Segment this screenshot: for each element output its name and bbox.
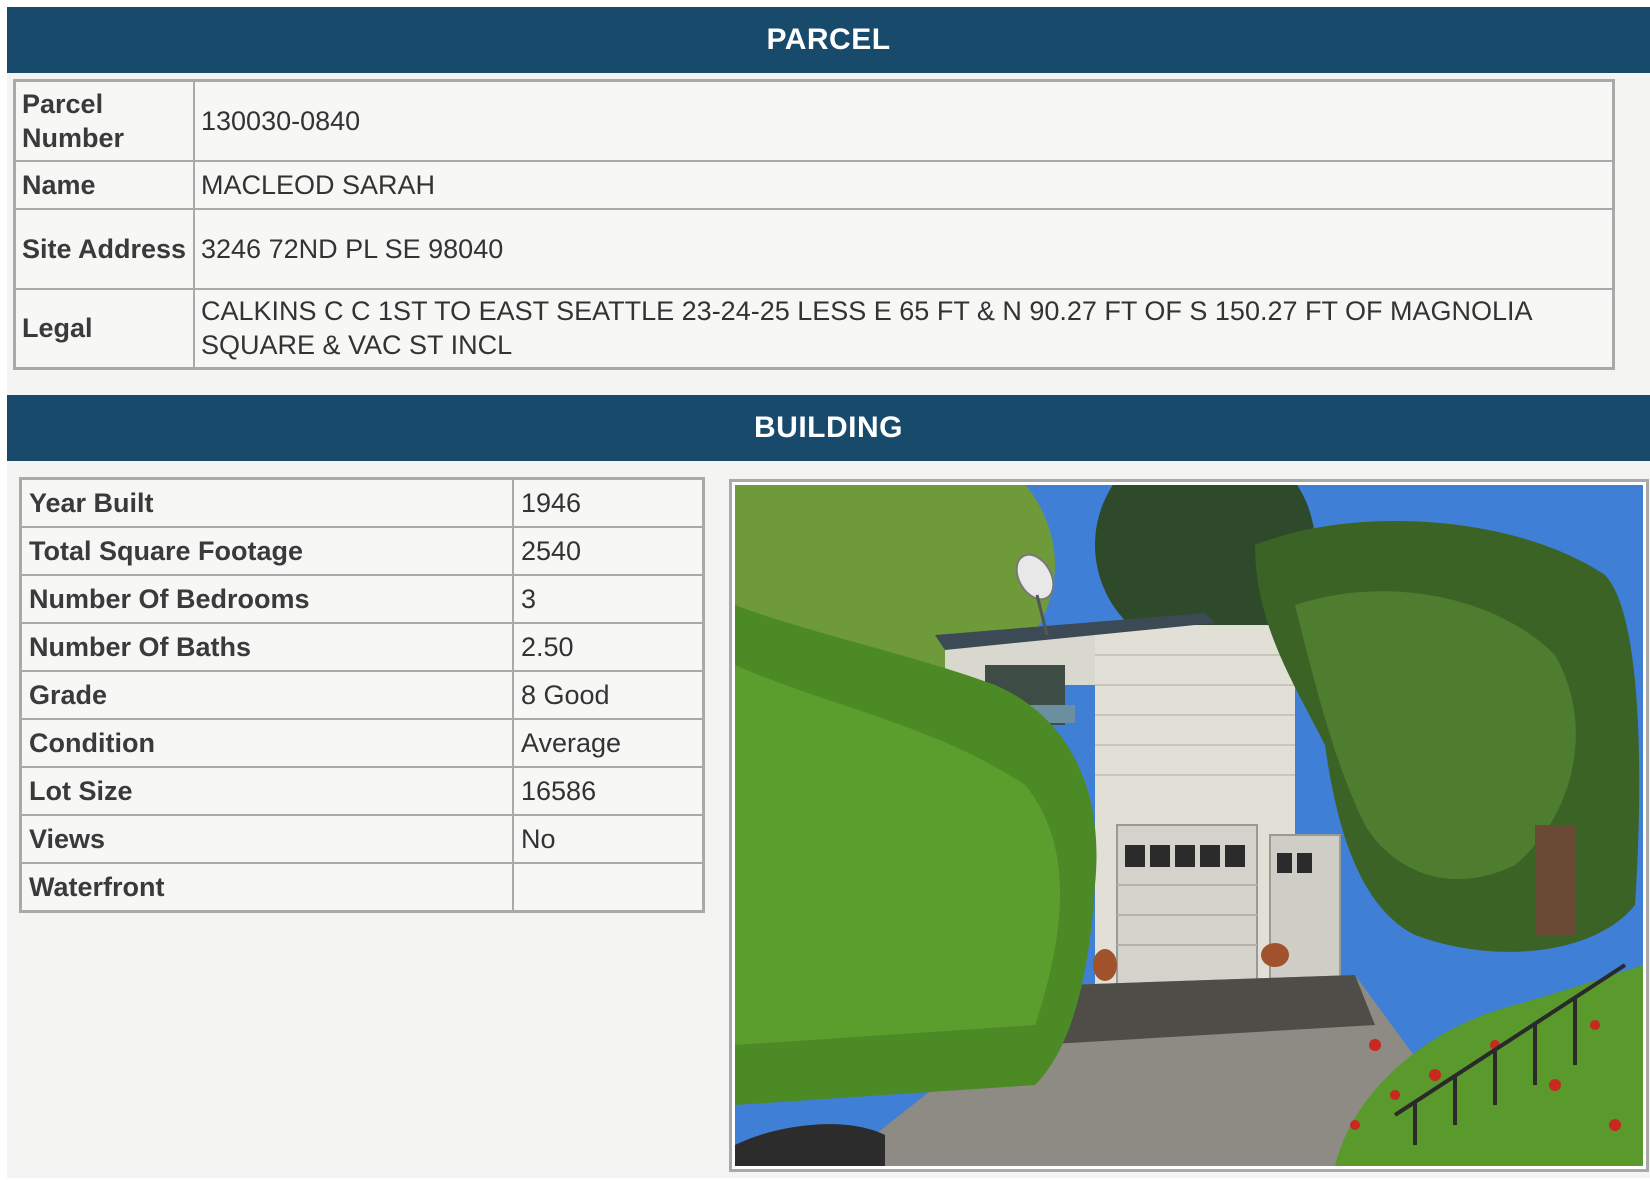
table-row: Number Of Bedrooms 3 (19, 574, 705, 624)
parcel-panel: Parcel Number 130030-0840 Name MACLEOD S… (7, 73, 1650, 395)
table-row: Grade 8 Good (19, 670, 705, 720)
lot-size-value: 16586 (512, 766, 705, 816)
table-row: Waterfront (19, 862, 705, 913)
legal-value: CALKINS C C 1ST TO EAST SEATTLE 23-24-25… (193, 287, 1615, 370)
grade-label: Grade (19, 670, 514, 720)
baths-label: Number Of Baths (19, 622, 514, 672)
condition-value: Average (512, 718, 705, 768)
table-row: Year Built 1946 (19, 477, 705, 528)
table-row: Number Of Baths 2.50 (19, 622, 705, 672)
baths-value: 2.50 (512, 622, 705, 672)
table-row: Name MACLEOD SARAH (13, 159, 1615, 210)
name-label: Name (13, 159, 195, 210)
condition-label: Condition (19, 718, 514, 768)
views-value: No (512, 814, 705, 864)
lot-size-label: Lot Size (19, 766, 514, 816)
bedrooms-value: 3 (512, 574, 705, 624)
site-address-label: Site Address (13, 207, 195, 290)
parcel-number-label: Parcel Number (13, 79, 195, 162)
building-table: Year Built 1946 Total Square Footage 254… (19, 477, 705, 913)
table-row: Site Address 3246 72ND PL SE 98040 (13, 207, 1615, 290)
building-section-title: BUILDING (754, 411, 903, 444)
year-built-value: 1946 (512, 477, 705, 528)
name-value: MACLEOD SARAH (193, 159, 1615, 210)
grade-value: 8 Good (512, 670, 705, 720)
parcel-number-value: 130030-0840 (193, 79, 1615, 162)
waterfront-value (512, 862, 705, 913)
table-row: Lot Size 16586 (19, 766, 705, 816)
legal-label: Legal (13, 287, 195, 370)
property-photo (729, 479, 1649, 1172)
table-row: Total Square Footage 2540 (19, 526, 705, 576)
waterfront-label: Waterfront (19, 862, 514, 913)
parcel-section-header: PARCEL (7, 7, 1650, 73)
building-panel: Year Built 1946 Total Square Footage 254… (7, 461, 1650, 1178)
table-row: Views No (19, 814, 705, 864)
total-square-footage-label: Total Square Footage (19, 526, 514, 576)
table-row: Legal CALKINS C C 1ST TO EAST SEATTLE 23… (13, 287, 1615, 370)
views-label: Views (19, 814, 514, 864)
parcel-table: Parcel Number 130030-0840 Name MACLEOD S… (13, 79, 1615, 370)
site-address-value: 3246 72ND PL SE 98040 (193, 207, 1615, 290)
bedrooms-label: Number Of Bedrooms (19, 574, 514, 624)
parcel-section-title: PARCEL (766, 23, 891, 56)
total-square-footage-value: 2540 (512, 526, 705, 576)
table-row: Parcel Number 130030-0840 (13, 79, 1615, 162)
building-section-header: BUILDING (7, 395, 1650, 461)
table-row: Condition Average (19, 718, 705, 768)
house-photo-illustration (735, 485, 1643, 1166)
year-built-label: Year Built (19, 477, 514, 528)
